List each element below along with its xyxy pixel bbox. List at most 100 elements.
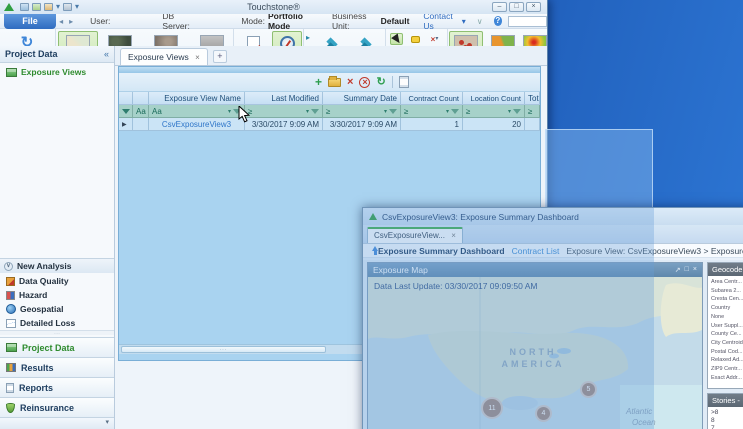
close-button[interactable]: × xyxy=(526,2,541,12)
nav-reinsurance[interactable]: Reinsurance xyxy=(0,397,114,417)
callout-icon xyxy=(411,36,420,43)
continent-label: AMERICA xyxy=(483,359,583,369)
breadcrumb-current[interactable]: Exposure Summary Dashboard xyxy=(378,246,505,256)
collapse-icon[interactable]: « xyxy=(104,49,109,59)
cluster-marker[interactable]: 5 xyxy=(580,381,597,398)
header-exposure-view-name[interactable]: Exposure View Name xyxy=(149,92,245,105)
cell-contract-count: 1 xyxy=(401,118,463,131)
chevron-circle-icon: ∨ xyxy=(4,262,13,271)
legend-item: City Centroid xyxy=(711,339,743,348)
sidebar-header: Project Data « xyxy=(0,46,114,63)
minimize-button[interactable]: – xyxy=(492,2,507,12)
maximize-panel-icon[interactable]: □ xyxy=(685,266,689,274)
contract-list-link[interactable]: Contract List xyxy=(512,246,560,256)
nav-results[interactable]: Results xyxy=(0,357,114,377)
reinsurance-icon xyxy=(6,403,15,413)
map-last-update: Data Last Update: 03/30/2017 09:09:50 AM xyxy=(374,281,538,291)
geocode-header[interactable]: Geocode xyxy=(708,263,743,276)
cell-exposure-view-name[interactable]: CsvExposureView3 xyxy=(149,118,245,131)
tab-close-icon[interactable]: × xyxy=(451,231,456,240)
legend-item: 7 xyxy=(711,425,743,429)
cell-location-count: 20 xyxy=(463,118,525,131)
sidebar-item-hazard[interactable]: Hazard xyxy=(0,288,114,302)
air-logo-icon xyxy=(369,213,377,220)
sidebar-item-geospatial[interactable]: Geospatial xyxy=(0,302,114,316)
add-tab-button[interactable]: + xyxy=(213,50,227,63)
dashboard-title-bar[interactable]: CsvExposureView3: Exposure Summary Dashb… xyxy=(363,208,743,225)
pointer-icon xyxy=(391,33,403,45)
contact-us-link[interactable]: Contact Us xyxy=(423,11,458,31)
filter-total-cell[interactable]: ≥ xyxy=(525,105,540,118)
contact-dropdown-icon[interactable]: ▾ xyxy=(462,17,466,26)
header-last-modified[interactable]: Last Modified xyxy=(245,92,323,105)
grid-data-row[interactable]: ▶ CsvExposureView3 3/30/2017 9:09 AM 3/3… xyxy=(119,118,540,131)
filter-modified-cell[interactable]: ≥▾ xyxy=(245,105,323,118)
close-panel-icon[interactable]: × xyxy=(693,266,697,274)
delete-all-button[interactable]: × xyxy=(359,77,370,88)
row-expand-cell[interactable] xyxy=(133,118,149,131)
delete-shape-button[interactable]: ×▾ xyxy=(428,33,441,45)
legend-item: Area Centr... xyxy=(711,278,743,287)
nav-project-data[interactable]: Project Data xyxy=(0,337,114,357)
menu-row: File ◂ ▸ User: DB Server: Mode: Portfoli… xyxy=(0,14,547,29)
header-contract-count[interactable]: Contract Count xyxy=(401,92,463,105)
add-exposure-view-button[interactable]: + xyxy=(315,76,322,88)
dashboard-title: CsvExposureView3: Exposure Summary Dashb… xyxy=(382,212,579,222)
style-icon[interactable]: ∨ xyxy=(477,17,483,26)
refresh-button[interactable]: ↻ xyxy=(376,77,385,88)
inner-tab-strip: Exposure Views × + xyxy=(115,46,547,66)
filter-icon-cell[interactable] xyxy=(119,105,133,118)
tab-close-icon[interactable]: × xyxy=(195,53,200,62)
mode-label: Mode: xyxy=(241,16,265,26)
overflow-dropdown-icon[interactable]: ▾ xyxy=(105,419,109,426)
sidebar-item-exposure-views[interactable]: Exposure Views xyxy=(0,63,114,81)
header-total[interactable]: Tot xyxy=(525,92,540,105)
back-icon[interactable]: ◂ xyxy=(59,17,63,26)
sidebar-item-detailed-loss[interactable]: Detailed Loss xyxy=(0,316,114,330)
cluster-marker[interactable]: 11 xyxy=(481,397,503,419)
scrollbar-thumb[interactable]: ∙∙∙ xyxy=(121,346,326,353)
export-document-button[interactable] xyxy=(399,76,409,88)
user-label: User: xyxy=(90,16,110,26)
cluster-marker[interactable]: 4 xyxy=(535,405,552,422)
legend-item: >8 xyxy=(711,409,743,417)
open-exposure-view-button[interactable] xyxy=(328,78,341,87)
maximize-button[interactable]: □ xyxy=(509,2,524,12)
nav-reports[interactable]: Reports xyxy=(0,377,114,397)
pointer-tool-button[interactable] xyxy=(390,33,403,45)
tab-csvexposureview[interactable]: CsvExposureView... × xyxy=(367,227,463,243)
help-button[interactable]: ? xyxy=(494,16,502,26)
sidebar-splitter[interactable]: ..... xyxy=(0,330,114,335)
forward-icon[interactable]: ▸ xyxy=(69,17,73,26)
callout-tool-button[interactable] xyxy=(409,33,422,45)
delete-exposure-view-button[interactable]: × xyxy=(347,77,353,88)
legend-item: None xyxy=(711,313,743,322)
dashboard-window: CsvExposureView3: Exposure Summary Dashb… xyxy=(362,207,743,429)
tab-exposure-views[interactable]: Exposure Views × xyxy=(120,48,208,65)
filter-expand-cell[interactable]: Aa xyxy=(133,105,149,118)
filter-summary-cell[interactable]: ≥▾ xyxy=(323,105,401,118)
pin-icon[interactable]: ↗ xyxy=(675,266,681,274)
legend-item: Exact Addr... xyxy=(711,374,743,383)
exposure-map[interactable]: Data Last Update: 03/30/2017 09:09:50 AM… xyxy=(368,277,702,429)
stories-header[interactable]: Stories - xyxy=(708,394,743,407)
hazard-icon xyxy=(6,291,15,300)
desktop: ▾ ▾ Touchstone® – □ × File ◂ ▸ User: DB … xyxy=(0,0,743,429)
row-marker-cell: ▶ xyxy=(119,118,133,131)
sidebar-item-data-quality[interactable]: Data Quality xyxy=(0,274,114,288)
header-location-count[interactable]: Location Count xyxy=(463,92,525,105)
dashboard-tab-strip: CsvExposureView... × xyxy=(363,225,743,243)
filter-contract-cell[interactable]: ≥▾ xyxy=(401,105,463,118)
results-icon xyxy=(6,363,16,372)
file-button[interactable]: File xyxy=(4,14,56,29)
exposure-views-icon xyxy=(6,68,17,77)
header-summary-date[interactable]: Summary Date xyxy=(323,92,401,105)
geospatial-icon xyxy=(6,304,16,314)
sidebar-nav: Project Data Results Reports Reinsurance xyxy=(0,337,114,417)
new-analysis-header[interactable]: ∨ New Analysis xyxy=(0,258,114,273)
filter-location-cell[interactable]: ≥▾ xyxy=(463,105,525,118)
search-box[interactable] xyxy=(508,16,547,27)
flag-icon[interactable]: ▸ xyxy=(306,33,311,42)
legend-item: Subarea 2... xyxy=(711,287,743,296)
filter-name-cell[interactable]: Aa▾ xyxy=(149,105,245,118)
